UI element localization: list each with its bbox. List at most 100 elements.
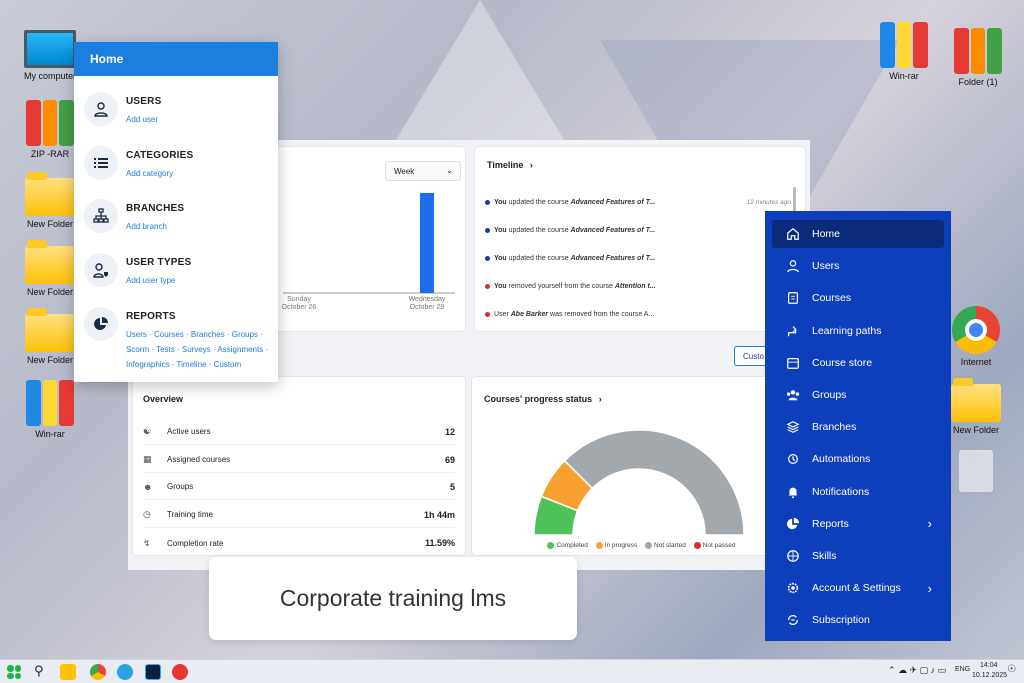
home-menu-user-types[interactable]: USER TYPES Add user type — [84, 253, 272, 299]
desktop-icon-new-folder-1[interactable]: New Folder — [20, 172, 80, 229]
sidebar-item-learning-paths[interactable]: Learning paths — [772, 317, 944, 345]
tick-label-1-date: October 29 — [410, 304, 445, 311]
tray-icons[interactable]: ⌃ ☁ ✈ ▢ ♪ ▭ — [888, 665, 946, 676]
archive-icon — [880, 22, 929, 68]
desktop-icon-new-folder-3[interactable]: New Folder — [20, 308, 80, 365]
timeline-row[interactable]: You removed yourself from the course Att… — [485, 283, 656, 290]
chevron-right-icon: › — [529, 160, 533, 170]
timeline-row[interactable]: You updated the course Advanced Features… — [485, 255, 655, 262]
trash-icon — [959, 450, 993, 492]
add-branch-link[interactable]: Add branch — [126, 219, 276, 234]
sidebar-item-home[interactable]: Home — [772, 220, 944, 248]
skills-icon — [786, 549, 800, 563]
user-icon — [84, 92, 118, 126]
reports-links[interactable]: Users · Courses · Branches · Groups · Sc… — [126, 327, 276, 372]
timeline-title[interactable]: Timeline › — [487, 160, 533, 170]
sidebar-item-courses[interactable]: Courses — [772, 284, 944, 312]
sidebar-item-course-store[interactable]: Course store — [772, 349, 944, 377]
desktop-icon-internet[interactable]: Internet — [946, 306, 1006, 367]
taskbar: ⚲ ⌃ ☁ ✈ ▢ ♪ ▭ ENG 14:04 10.12.2025 ☉ — [0, 659, 1024, 683]
desktop-icon-win-rar-left[interactable]: Win-rar — [20, 380, 80, 439]
tick-label-0-day: Sunday — [287, 296, 311, 303]
folder-icon — [25, 240, 75, 284]
archive-icon — [954, 28, 1003, 74]
overview-row-groups: ☻ Groups 5 — [143, 474, 455, 500]
add-user-type-link[interactable]: Add user type — [126, 273, 276, 288]
app-icon[interactable] — [172, 664, 188, 680]
sidebar-item-automations[interactable]: Automations — [772, 445, 944, 473]
overview-row-assigned-courses: ▦ Assigned courses 69 — [143, 447, 455, 473]
sidebar-item-skills[interactable]: Skills — [772, 542, 944, 570]
sidebar-item-label: Notifications — [812, 485, 870, 498]
chart-line-icon: ↯ — [143, 537, 151, 548]
status-dot — [485, 311, 490, 317]
folder-icon — [25, 308, 75, 352]
archive-icon — [26, 100, 75, 146]
computer-icon — [24, 30, 76, 68]
groups-icon — [786, 388, 800, 402]
add-category-link[interactable]: Add category — [126, 166, 276, 181]
photoshop-icon[interactable] — [145, 664, 161, 680]
sidebar-item-label: Reports — [812, 517, 849, 530]
tick-label-1-day: Wednesday — [409, 296, 446, 303]
desktop-icon-my-computer[interactable]: My computer — [20, 30, 80, 81]
users-icon: ☯ — [143, 426, 152, 436]
gauge-segment-not-started — [563, 429, 745, 536]
home-menu-reports[interactable]: REPORTS Users · Courses · Branches · Gro… — [84, 307, 272, 369]
clock-time[interactable]: 14:04 — [980, 662, 998, 669]
folder-icon — [25, 172, 75, 216]
chrome-icon — [952, 306, 1000, 354]
courses-icon: ▦ — [143, 454, 152, 464]
progress-gauge — [533, 429, 745, 536]
language-indicator[interactable]: ENG — [955, 666, 970, 673]
home-menu-users[interactable]: USERS Add user — [84, 92, 272, 138]
desktop-icon-new-folder-2[interactable]: New Folder — [20, 240, 80, 297]
groups-icon: ☻ — [143, 481, 153, 492]
home-menu-branches[interactable]: BRANCHES Add branch — [84, 199, 272, 245]
timeline-row[interactable]: You updated the course Advanced Features… — [485, 227, 655, 234]
desktop-icon-zip-rar[interactable]: ZIP -RAR — [20, 100, 80, 159]
desktop-icon-new-folder-right[interactable]: New Folder — [946, 378, 1006, 435]
home-menu: Home USERS Add user CATEGORIES Add categ… — [74, 42, 278, 382]
sidebar-item-label: Account & Settings — [812, 582, 901, 595]
sidebar-item-subscription[interactable]: Subscription — [772, 606, 944, 634]
book-icon — [786, 291, 800, 305]
timeline-row[interactable]: User Abe Barker was removed from the cou… — [485, 311, 654, 318]
search-icon[interactable]: ⚲ — [34, 663, 44, 679]
home-menu-categories[interactable]: CATEGORIES Add category — [84, 146, 272, 192]
sidebar-item-reports[interactable]: Reports › — [772, 510, 944, 538]
sidebar-item-users[interactable]: Users — [772, 252, 944, 280]
sidebar-item-label: Skills — [812, 549, 837, 562]
desktop-icon-recycle-bin[interactable] — [946, 450, 1006, 495]
sidebar-item-label: Subscription — [812, 614, 870, 627]
file-explorer-icon[interactable] — [60, 664, 76, 680]
notification-bell-icon[interactable]: ☉ — [1007, 664, 1016, 675]
legend-swatch-not-passed — [693, 541, 701, 549]
user-icon — [786, 259, 800, 273]
desktop-icon-folder-1[interactable]: Folder (1) — [948, 28, 1008, 87]
start-icon[interactable] — [7, 665, 21, 679]
chrome-taskbar-icon[interactable] — [90, 664, 106, 680]
sidebar-item-branches[interactable]: Branches — [772, 413, 944, 441]
sidebar-item-account-settings[interactable]: Account & Settings › — [772, 574, 944, 602]
notification-icon — [786, 485, 800, 499]
chevron-right-icon: › — [927, 516, 932, 532]
automation-icon — [786, 452, 800, 466]
path-icon — [786, 324, 800, 338]
sidebar-item-label: Courses — [812, 292, 852, 305]
add-user-link[interactable]: Add user — [126, 112, 276, 127]
status-dot — [485, 283, 490, 289]
sidebar-item-label: Course store — [812, 356, 873, 369]
timeline-row[interactable]: You updated the course Advanced Features… — [485, 199, 655, 206]
clock-date[interactable]: 10.12.2025 — [972, 672, 1007, 679]
user-tag-icon — [84, 253, 118, 287]
sidebar-nav: Home Users Courses Learning paths Course sto… — [765, 211, 951, 641]
sidebar-item-notifications[interactable]: Notifications — [772, 478, 944, 506]
legend-swatch-completed — [547, 541, 555, 549]
overview-title: Overview — [143, 394, 184, 404]
telegram-icon[interactable] — [117, 664, 133, 680]
sidebar-item-groups[interactable]: Groups — [772, 381, 944, 409]
desktop-icon-win-rar-right[interactable]: Win-rar — [874, 22, 934, 81]
sidebar-item-label: Learning paths — [812, 324, 882, 337]
progress-legend: Completed In progress Not started Not pa… — [472, 541, 805, 549]
